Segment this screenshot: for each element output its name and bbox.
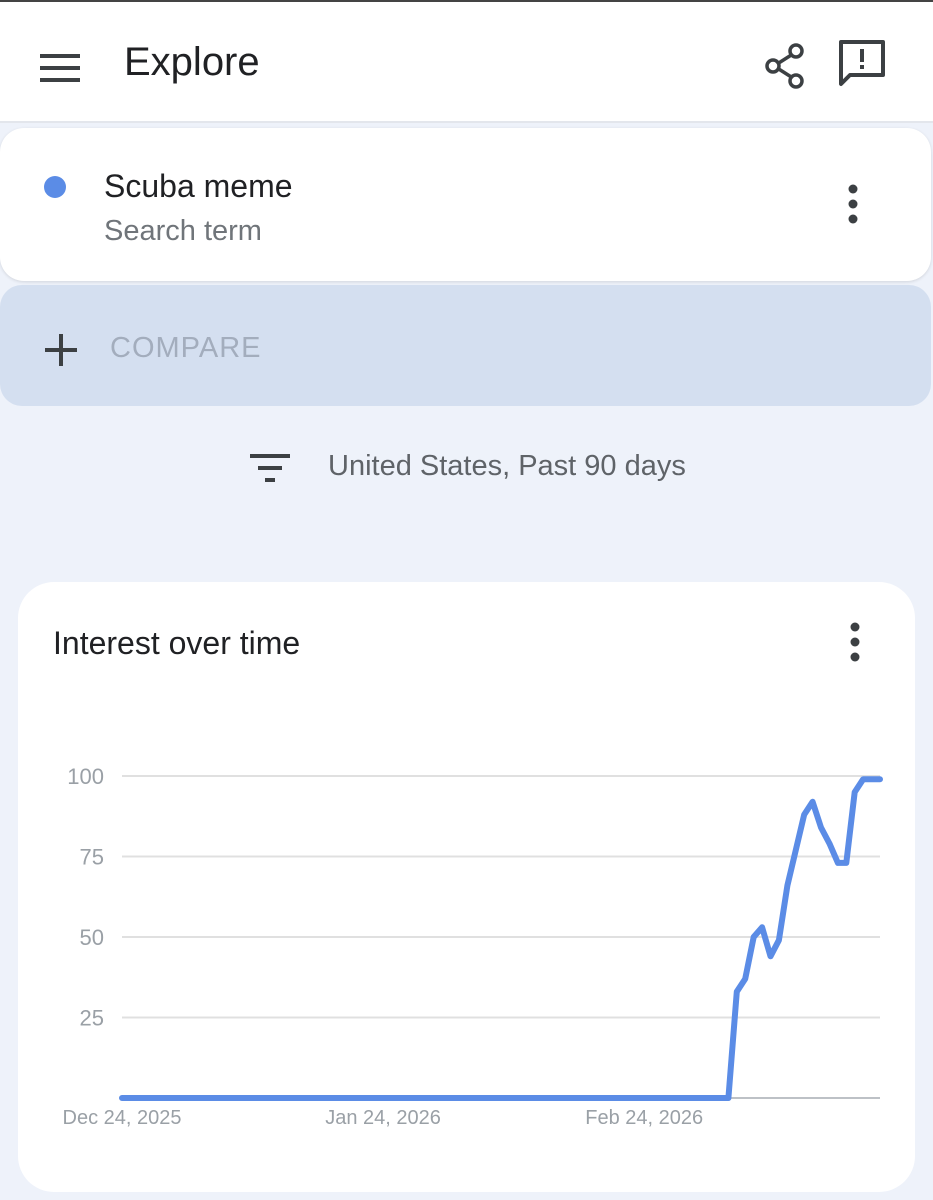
y-tick-label: 50 <box>80 925 104 950</box>
series-line <box>119 776 883 1101</box>
y-tick-label: 100 <box>67 764 104 789</box>
x-tick-label: Feb 24, 2026 <box>585 1107 703 1129</box>
x-tick-label: Dec 24, 2025 <box>63 1107 182 1129</box>
y-tick-label: 75 <box>80 845 104 870</box>
y-tick-label: 25 <box>80 1006 104 1031</box>
interest-line-chart: 25 50 75 100 Dec 24, 2025 Jan 24, 2026 Feb 24,… <box>63 764 883 1129</box>
x-tick-label: Jan 24, 2026 <box>325 1107 441 1129</box>
